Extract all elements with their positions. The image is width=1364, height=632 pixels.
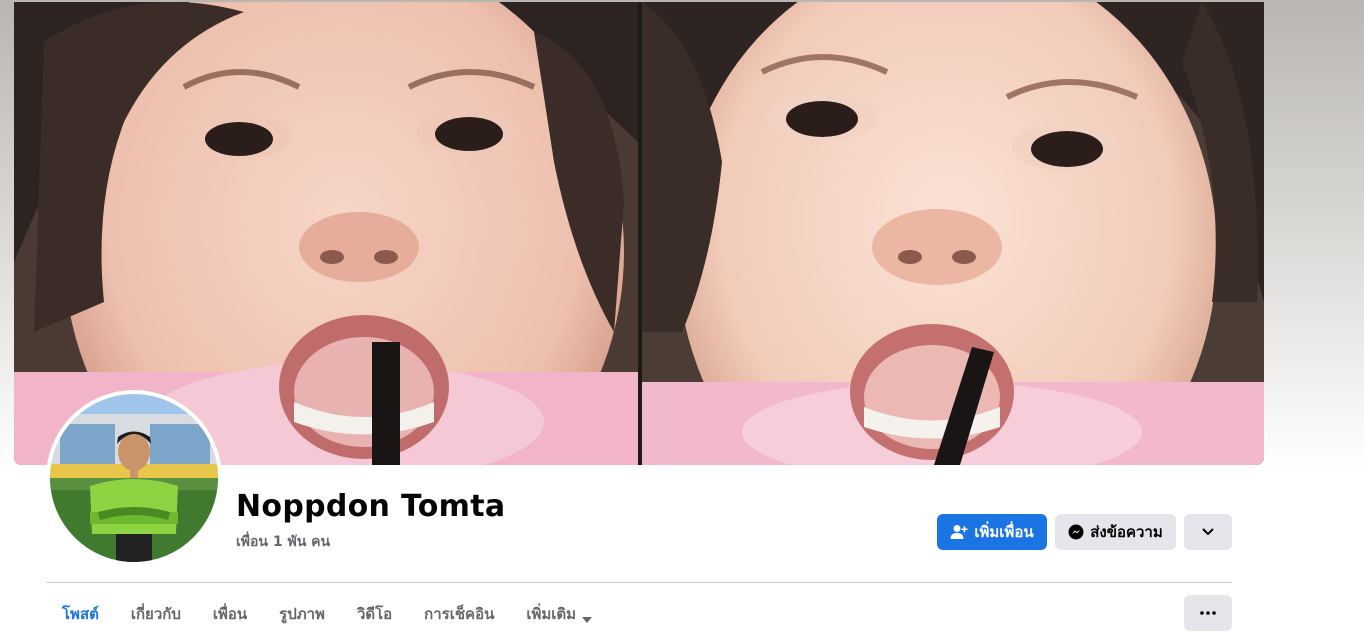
tab-label: เพิ่มเติม [526,605,577,623]
cover-photo[interactable] [14,2,1264,465]
tab-posts[interactable]: โพสต์ [46,594,115,632]
tab-options-button[interactable] [1184,595,1232,631]
profile-tabs: โพสต์ เกี่ยวกับ เพื่อน รูปภาพ วิดีโอ การ… [46,594,608,632]
friends-count[interactable]: เพื่อน 1 พัน คน [236,531,330,553]
tab-checkins[interactable]: การเช็คอิน [408,594,510,632]
tab-label: วิดีโอ [356,605,393,623]
chevron-down-icon [1202,528,1214,536]
ellipsis-icon [1200,611,1216,615]
messenger-icon [1068,524,1084,540]
tab-friends[interactable]: เพื่อน [197,594,263,632]
profile-page: Noppdon Tomta เพื่อน 1 พัน คน เพิ่มเพื่อ… [0,0,1364,632]
tab-more[interactable]: เพิ่มเติม [510,594,608,632]
tab-label: รูปภาพ [279,605,325,623]
tab-videos[interactable]: วิดีโอ [341,594,408,632]
section-divider [46,582,1232,583]
cover-photo-right [642,2,1264,465]
send-message-label: ส่งข้อความ [1090,523,1163,541]
tab-label: เพื่อน [212,605,248,623]
tab-photos[interactable]: รูปภาพ [263,594,341,632]
tab-about[interactable]: เกี่ยวกับ [115,594,197,632]
caret-down-icon [582,608,593,632]
tab-label: โพสต์ [62,605,99,623]
add-friend-button[interactable]: เพิ่มเพื่อน [937,514,1047,550]
avatar-image [50,394,218,562]
person-plus-icon [950,524,968,540]
tab-label: เกี่ยวกับ [130,605,181,623]
send-message-button[interactable]: ส่งข้อความ [1055,514,1176,550]
profile-name: Noppdon Tomta [236,489,506,524]
profile-more-button[interactable] [1184,514,1232,550]
profile-avatar[interactable] [46,390,222,566]
tab-label: การเช็คอิน [424,605,495,623]
add-friend-label: เพิ่มเพื่อน [974,523,1034,541]
